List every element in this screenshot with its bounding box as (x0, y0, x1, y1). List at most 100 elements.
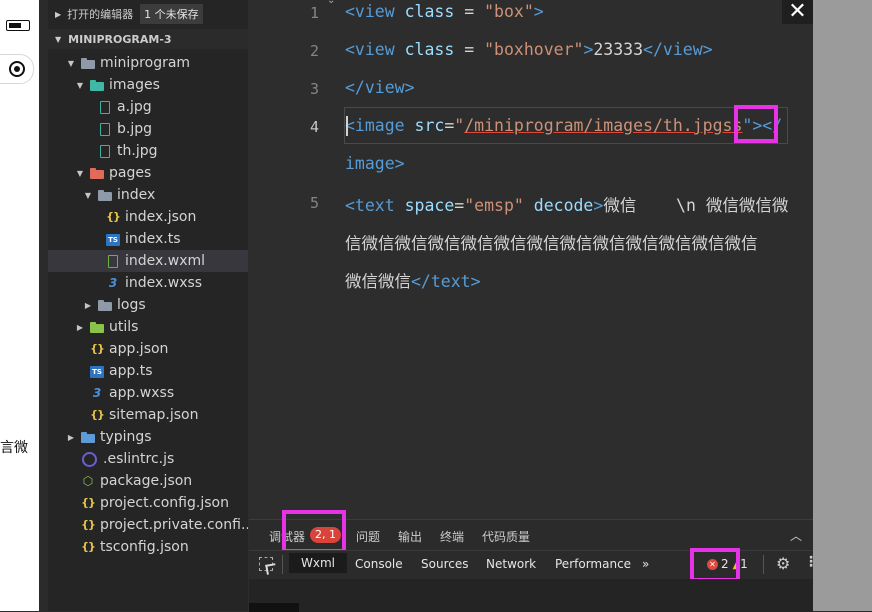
tree-item-label: logs (117, 297, 146, 313)
tab-problems[interactable]: 问题 (356, 528, 380, 545)
tree-item-b-jpg[interactable]: b.jpg (48, 118, 248, 140)
chevron-right-icon: ▶ (55, 9, 62, 19)
ts-folder-icon (81, 430, 95, 444)
tree-item-pages[interactable]: ▼ pages (48, 162, 248, 184)
tab-output[interactable]: 输出 (398, 528, 422, 545)
unsaved-badge: 1 个未保存 (140, 4, 203, 24)
panel-gutter (39, 0, 48, 611)
project-name: MINIPROGRAM-3 (68, 32, 172, 46)
tree-item-index-ts[interactable]: TS index.ts (48, 228, 248, 250)
open-editors-header[interactable]: ▶ 打开的编辑器 1 个未保存 (48, 0, 248, 28)
json-file-icon: {} (81, 540, 96, 553)
tree-item-index-json[interactable]: {} index.json (48, 206, 248, 228)
folder-icon (81, 56, 95, 70)
close-icon[interactable]: ✕ (782, 0, 813, 24)
tree-item-images[interactable]: ▼ images (48, 74, 248, 96)
tree-item-index[interactable]: ▼ index (48, 184, 248, 206)
divider (763, 555, 764, 574)
tree-item-project-config[interactable]: {} project.config.json (48, 492, 248, 514)
project-root-header[interactable]: ▼ MINIPROGRAM-3 (48, 29, 248, 49)
tree-item-label: typings (100, 429, 152, 445)
tree-item-label: utils (109, 319, 139, 335)
tree-item-app-json[interactable]: {} app.json (48, 338, 248, 360)
image-file-icon (98, 144, 112, 158)
tree-item-index-wxss[interactable]: 3 index.wxss (48, 272, 248, 294)
images-folder-icon (90, 78, 104, 92)
window-backdrop (813, 0, 872, 611)
chevron-right-icon: ▶ (84, 300, 92, 310)
tree-item-sitemap-json[interactable]: {} sitemap.json (48, 404, 248, 426)
tree-item-label: app.wxss (109, 385, 175, 401)
simulator-panel: 言微 (0, 0, 39, 611)
record-icon (9, 61, 25, 77)
json-file-icon: {} (81, 518, 96, 531)
tree-item-project-private-config[interactable]: {} project.private.confi... (48, 514, 248, 536)
tab-code-quality[interactable]: 代码质量 (482, 528, 530, 545)
tree-item-label: index (117, 187, 156, 203)
tree-item-label: a.jpg (117, 99, 152, 115)
tree-item-tsconfig[interactable]: {} tsconfig.json (48, 536, 248, 558)
tree-item-label: tsconfig.json (100, 539, 189, 555)
code-line: <view class = "boxhover">23333</view> (345, 40, 713, 59)
chevron-down-icon: ▼ (76, 168, 84, 178)
code-line: <view class = "box"> (345, 2, 544, 21)
file-explorer: ▶ 打开的编辑器 1 个未保存 ▼ MINIPROGRAM-3 ▼ minipr… (48, 0, 248, 611)
code-editor[interactable]: ⌄ 1 2 3 4 5 <view class = "box"> <view c… (249, 0, 813, 519)
wxml-file-icon (106, 254, 120, 268)
devtools-toolbar: Wxml Console Sources Network Performance… (249, 548, 818, 582)
tree-item-index-wxml[interactable]: index.wxml (48, 250, 248, 272)
more-options-icon[interactable]: ⋮ (804, 554, 818, 570)
inspect-element-icon[interactable] (259, 557, 273, 571)
tab-network[interactable]: Network (486, 557, 536, 571)
tree-item-label: pages (109, 165, 152, 181)
battery-icon (6, 20, 30, 31)
warning-count: 1 (740, 557, 748, 571)
tree-item-label: index.wxss (125, 275, 203, 291)
tree-item-typings[interactable]: ▶ typings (48, 426, 248, 448)
annotation-highlight-box (734, 105, 778, 143)
tree-item-app-wxss[interactable]: 3 app.wxss (48, 382, 248, 404)
ts-file-icon: TS (106, 233, 120, 246)
tree-item-a-jpg[interactable]: a.jpg (48, 96, 248, 118)
more-tabs-button[interactable]: » (642, 557, 649, 571)
chevron-up-icon[interactable]: ︿ (790, 527, 802, 544)
bottom-panel: 调试器 2, 1 问题 输出 终端 代码质量 ︿ Wxml Console So… (249, 510, 818, 612)
tab-terminal[interactable]: 终端 (440, 528, 464, 545)
tree-item-label: th.jpg (117, 143, 158, 159)
tree-item-label: miniprogram (100, 55, 191, 71)
image-file-icon (98, 122, 112, 136)
open-editors-label: 打开的编辑器 (67, 8, 134, 21)
devtools-content (249, 579, 813, 612)
tree-item-app-ts[interactable]: TS app.ts (48, 360, 248, 382)
tree-item-th-jpg[interactable]: th.jpg (48, 140, 248, 162)
css-file-icon: 3 (108, 276, 118, 290)
code-line: </view> (345, 78, 415, 97)
tree-item-label: package.json (100, 473, 193, 489)
tab-console[interactable]: Console (355, 557, 403, 571)
panel-tabs: 调试器 2, 1 问题 输出 终端 代码质量 ︿ (249, 510, 813, 553)
tree-item-logs[interactable]: ▶ logs (48, 294, 248, 316)
tree-item-label: app.ts (109, 363, 153, 379)
tab-sources[interactable]: Sources (421, 557, 468, 571)
tab-wxml[interactable]: Wxml (289, 553, 347, 573)
tree-item-label: index.json (125, 209, 197, 225)
annotation-highlight-box (690, 548, 740, 582)
tab-performance[interactable]: Performance (555, 557, 631, 571)
gear-icon[interactable]: ⚙ (776, 554, 790, 573)
tree-item-miniprogram[interactable]: ▼ miniprogram (48, 52, 248, 74)
json-file-icon: {} (106, 210, 121, 223)
utils-folder-icon (90, 320, 104, 334)
folder-icon (98, 298, 112, 312)
tree-item-utils[interactable]: ▶ utils (48, 316, 248, 338)
tree-item-label: images (109, 77, 160, 93)
capsule-button[interactable] (0, 54, 34, 84)
text-cursor (346, 116, 348, 136)
code-line-wrap: 信微信微信微信微信微信微信微信微信微信微信微信微信 (345, 234, 758, 253)
eslint-file-icon (82, 451, 97, 467)
tree-item-package-json[interactable]: ⬡ package.json (48, 470, 248, 492)
tree-item-eslintrc[interactable]: .eslintrc.js (48, 448, 248, 470)
package-file-icon: ⬡ (82, 474, 94, 488)
image-src-path: /miniprogram/images/th.jpgss (464, 116, 743, 135)
divider (282, 555, 283, 574)
tree-item-label: project.private.confi... (100, 517, 248, 533)
